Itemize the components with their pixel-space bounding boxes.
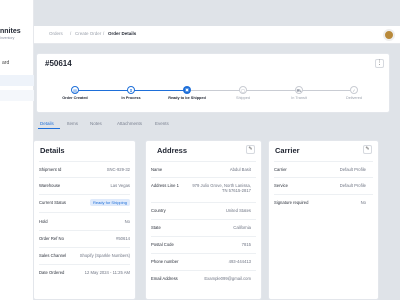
field-label: Postal Code	[151, 242, 174, 247]
field-value: No	[124, 219, 130, 224]
field-value: 979 Julio Grove, North Lanissa, TN 57615…	[192, 183, 251, 194]
divider	[151, 202, 256, 203]
field-value: United States	[225, 208, 251, 213]
more-options-button[interactable]: ⋮	[375, 59, 384, 68]
field-value: 7815	[241, 242, 251, 247]
field-label: Shipment Id	[39, 167, 62, 172]
field-value: #50614	[116, 236, 130, 241]
tab-details[interactable]: Details	[40, 121, 54, 126]
divider	[151, 177, 256, 178]
divider	[39, 161, 130, 162]
field-value: No	[360, 200, 366, 205]
hourglass-icon: ⧗	[127, 86, 135, 94]
divider	[151, 253, 256, 254]
carrier-title: Carrier	[275, 146, 300, 155]
top-bar: Orders / Create Order / Order Details	[34, 26, 400, 44]
field-value: 12 May 2024 - 11:25 AM	[84, 270, 130, 275]
divider	[151, 270, 256, 271]
sidebar-item-dashboard[interactable]: ard	[0, 58, 34, 69]
tab-items[interactable]: Items	[67, 121, 78, 126]
field-label: Current Status	[39, 200, 66, 205]
status-badge: Ready for Shipping	[89, 199, 130, 206]
box-icon: ▣	[183, 86, 191, 94]
step-label-in-process: In Process	[121, 96, 141, 100]
field-value: SNC-929-32	[106, 167, 130, 172]
field-label: Name	[151, 167, 163, 172]
divider	[39, 264, 130, 265]
progress-line-todo	[190, 90, 350, 91]
step-label-in-transit: In Transit	[291, 96, 307, 100]
tab-attachments[interactable]: Attachments	[117, 121, 142, 126]
sidebar-item[interactable]	[0, 90, 34, 101]
divider	[39, 230, 130, 231]
field-value: Default Profile	[339, 167, 366, 172]
field-label: Carrier	[274, 167, 287, 172]
details-card: Details Shipment Id SNC-929-32 Warehouse…	[33, 140, 136, 300]
step-label-order-created: Order Created	[62, 96, 88, 100]
order-number: #50614	[45, 59, 72, 68]
truck-icon: ⛟	[295, 86, 303, 94]
field-value: Default Profile	[339, 183, 366, 188]
tab-events[interactable]: Events	[155, 121, 169, 126]
breadcrumb-separator: /	[103, 31, 105, 36]
edit-address-button[interactable]: ✎	[246, 145, 255, 154]
field-value: Example099@gmail.com	[204, 276, 251, 281]
field-label: Signature required	[274, 200, 309, 205]
address-card: Address ✎ Name Abdul Basit Address Line …	[145, 140, 262, 300]
divider	[274, 177, 373, 178]
divider	[39, 177, 130, 178]
field-value: California	[233, 225, 251, 230]
field-label: Service	[274, 183, 288, 188]
tab-notes[interactable]: Notes	[90, 121, 102, 126]
field-value: Las Vegas	[110, 183, 130, 188]
step-label-ready-to-ship: Ready to be Shipped	[168, 96, 206, 100]
field-label: Hold	[39, 219, 48, 224]
breadcrumb-separator: /	[70, 31, 72, 36]
active-tab-indicator	[38, 128, 60, 129]
step-label-delivered: Delivered	[345, 96, 363, 100]
field-label: Email Address	[151, 276, 178, 281]
brand-name: nnites	[0, 28, 21, 35]
edit-carrier-button[interactable]: ✎	[363, 145, 372, 154]
address-title: Address	[157, 146, 188, 155]
breadcrumb-order-details: Order Details	[108, 31, 137, 36]
order-header-card: #50614 ⋮ ▤ Order Created ⧗ In Process ▣ …	[36, 53, 390, 113]
divider	[274, 161, 373, 162]
field-label: Warehouse	[39, 183, 61, 188]
divider	[274, 194, 373, 195]
avatar[interactable]	[383, 29, 395, 41]
divider	[151, 236, 256, 237]
sidebar: nnites Inventory ard	[0, 0, 34, 300]
divider	[39, 212, 130, 213]
document-icon: ▤	[71, 86, 79, 94]
details-title: Details	[40, 146, 65, 155]
field-value: Shopify (Sparkle Numbers)	[79, 253, 130, 258]
field-value: 493-444413	[228, 259, 251, 264]
field-value: Abdul Basit	[229, 167, 251, 172]
step-label-shipped: Shipped	[236, 96, 250, 100]
divider	[39, 194, 130, 195]
carrier-card: Carrier ✎ Carrier Default Profile Servic…	[268, 140, 379, 300]
field-label: Sales Channel	[39, 253, 67, 258]
check-icon: ✓	[350, 86, 358, 94]
field-label: State	[151, 225, 161, 230]
field-label: Date Ordered	[39, 270, 65, 275]
field-label: Order Ref No	[39, 236, 64, 241]
brand-subtitle: Inventory	[0, 36, 15, 40]
breadcrumb-orders[interactable]: Orders	[49, 31, 63, 36]
sidebar-item-active[interactable]	[0, 75, 34, 86]
divider	[151, 161, 256, 162]
field-label: Country	[151, 208, 166, 213]
field-label: Address Line 1	[151, 183, 179, 188]
divider	[151, 219, 256, 220]
divider	[39, 247, 130, 248]
field-label: Phone number	[151, 259, 179, 264]
breadcrumb-create-order[interactable]: Create Order	[75, 31, 101, 36]
box-icon: ▢	[239, 86, 247, 94]
